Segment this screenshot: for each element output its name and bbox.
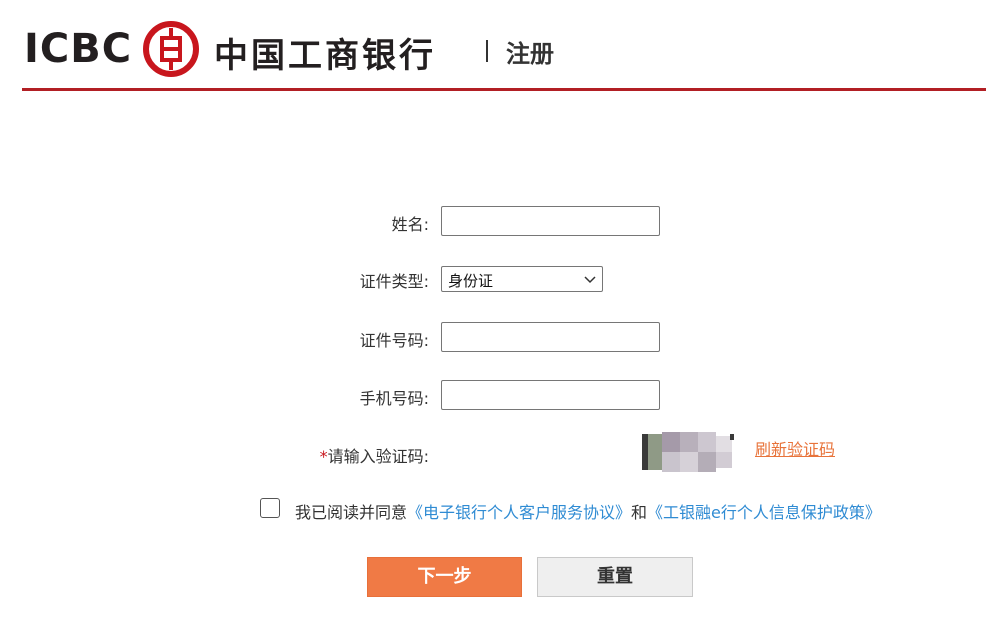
- logo-text: ICBC: [24, 26, 133, 72]
- id-number-input[interactable]: [441, 322, 660, 352]
- name-input[interactable]: [441, 206, 660, 236]
- agreement-checkbox[interactable]: [260, 498, 280, 518]
- header-divider: [486, 40, 488, 62]
- agreement-text: 我已阅读并同意《电子银行个人客户服务协议》和《工银融e行个人信息保护政策》: [295, 499, 881, 523]
- page-title: 注册: [506, 40, 554, 68]
- refresh-captcha-link[interactable]: 刷新验证码: [755, 436, 835, 460]
- id-type-label: 证件类型:: [359, 272, 429, 291]
- header-rule: [22, 88, 986, 91]
- privacy-policy-link[interactable]: 《工银融e行个人信息保护政策》: [647, 503, 881, 522]
- reset-button[interactable]: 重置: [537, 557, 693, 597]
- id-number-label: 证件号码:: [359, 331, 429, 350]
- captcha-label: 请输入验证码:: [327, 447, 429, 466]
- captcha-label-row: *请输入验证码:: [229, 443, 429, 467]
- id-type-select[interactable]: 身份证: [441, 266, 603, 292]
- required-mark: *: [319, 447, 328, 466]
- service-agreement-link[interactable]: 《电子银行个人客户服务协议》: [407, 503, 631, 522]
- phone-input[interactable]: [441, 380, 660, 410]
- phone-label: 手机号码:: [359, 389, 429, 408]
- next-step-button[interactable]: 下一步: [367, 557, 522, 597]
- captcha-image[interactable]: [642, 432, 738, 472]
- agreement-conjunction: 和: [631, 503, 648, 522]
- captcha-pixelated-icon: [642, 432, 734, 472]
- agreement-prefix: 我已阅读并同意: [295, 503, 408, 522]
- agreement-row: 我已阅读并同意《电子银行个人客户服务协议》和《工银融e行个人信息保护政策》: [260, 498, 980, 522]
- bank-name: 中国工商银行: [214, 36, 436, 76]
- name-label: 姓名:: [391, 215, 429, 234]
- id-type-selected-value: 身份证: [448, 272, 494, 290]
- header: ICBC 中国工商银行 注册: [24, 18, 986, 82]
- chevron-down-icon: [584, 276, 596, 284]
- icbc-emblem-icon: [143, 21, 199, 77]
